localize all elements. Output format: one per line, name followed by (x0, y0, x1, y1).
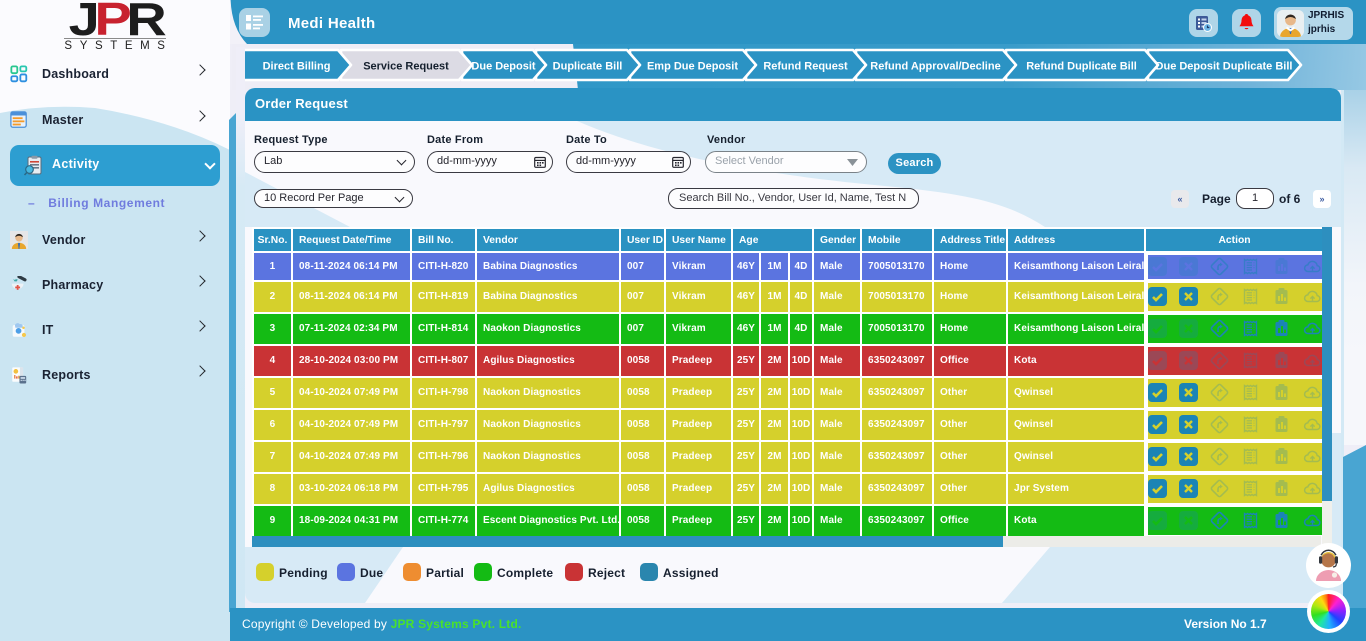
svg-text:Refund Request: Refund Request (763, 61, 848, 73)
svg-text:Direct Billing: Direct Billing (263, 61, 331, 73)
svg-text:Due Deposit: Due Deposit (471, 61, 536, 73)
svg-text:Refund Approval/Decline: Refund Approval/Decline (870, 61, 1000, 73)
svg-text:Due Deposit Duplicate Bill: Due Deposit Duplicate Bill (1156, 61, 1293, 73)
svg-text:Refund Duplicate Bill: Refund Duplicate Bill (1026, 61, 1137, 73)
svg-text:Service Request: Service Request (363, 61, 449, 73)
svg-text:Duplicate Bill: Duplicate Bill (553, 61, 623, 73)
svg-text:Emp Due Deposit: Emp Due Deposit (647, 61, 738, 73)
